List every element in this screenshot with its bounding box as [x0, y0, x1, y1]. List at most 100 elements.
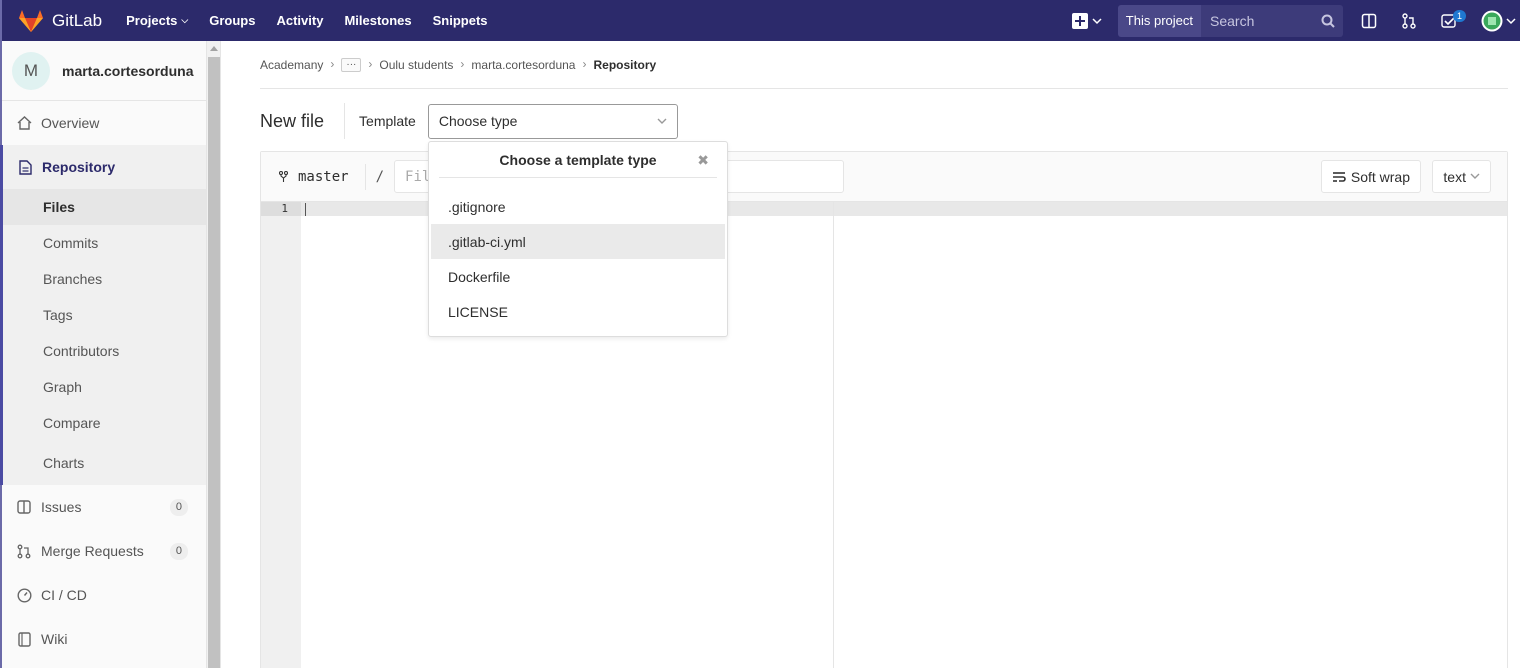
branch-name: master [279, 169, 349, 185]
breadcrumb-oulu-students[interactable]: Oulu students [379, 57, 453, 73]
sidebar-subitem-branches[interactable]: Branches [3, 261, 206, 297]
project-avatar: M [12, 51, 50, 90]
sidebar-item-label: Wiki [41, 631, 68, 647]
editor-print-margin [833, 202, 834, 668]
breadcrumb-chevron-icon: › [368, 57, 373, 71]
dropdown-item-license[interactable]: LICENSE [431, 294, 725, 329]
search-input[interactable]: Search [1201, 4, 1343, 37]
sidebar-item-cicd[interactable]: CI / CD [2, 573, 206, 617]
file-mode-dropdown[interactable]: text [1432, 160, 1491, 193]
todo-count-badge: 1 [1453, 9, 1467, 22]
path-slash: / [375, 168, 385, 185]
sidebar-repository-section: Repository Files Commits Branches Tags C… [0, 145, 206, 485]
new-dropdown-button[interactable] [1071, 12, 1102, 29]
dropdown-item-gitignore[interactable]: .gitignore [431, 189, 725, 224]
merge-request-icon [1402, 12, 1416, 29]
sidebar-subitem-commits[interactable]: Commits [3, 225, 206, 261]
merge-requests-nav-button[interactable] [1401, 12, 1417, 29]
breadcrumb-chevron-icon: › [330, 57, 335, 71]
project-name: marta.cortesorduna [62, 62, 194, 79]
sidebar-item-label: Repository [42, 159, 116, 175]
chevron-down-icon [657, 118, 667, 124]
user-menu-button[interactable] [1481, 10, 1516, 32]
fork-icon [279, 170, 288, 182]
sidebar-item-wiki[interactable]: Wiki [2, 617, 206, 661]
search-scope-button[interactable]: This project [1117, 4, 1201, 37]
editor-gutter: 1 [261, 202, 301, 668]
nav-links: Projects ⌵ Groups Activity Milestones Sni… [126, 13, 508, 28]
template-type-dropdown: Choose a template type ✖ .gitignore .git… [428, 141, 728, 337]
sidebar-subitem-contributors[interactable]: Contributors [3, 333, 206, 369]
doc-icon [17, 159, 33, 175]
nav-projects-label: Projects [126, 13, 178, 28]
sidebar-project-header[interactable]: M marta.cortesorduna [2, 41, 206, 101]
sidebar-scrollbar[interactable] [207, 41, 221, 668]
breadcrumb-academany[interactable]: Academany [260, 57, 323, 73]
line-number: 1 [261, 202, 301, 216]
todos-nav-button[interactable]: 1 [1441, 9, 1467, 28]
soft-wrap-button[interactable]: Soft wrap [1320, 160, 1421, 193]
user-avatar-icon [1481, 10, 1503, 31]
main-content: Academany › ··· › Oulu students › marta.… [221, 41, 1520, 668]
sidebar-subitem-tags[interactable]: Tags [3, 297, 206, 333]
scroll-up-arrow-icon[interactable] [210, 46, 218, 51]
sidebar-subitem-files[interactable]: Files [3, 189, 206, 225]
nav-activity[interactable]: Activity [276, 13, 323, 28]
sidebar-item-overview[interactable]: Overview [2, 101, 206, 145]
mr-count-badge: 0 [169, 542, 188, 560]
tanuki-icon [19, 9, 43, 32]
top-navbar: GitLab Projects ⌵ Groups Activity Milesto… [0, 0, 1520, 41]
app-name: GitLab [52, 10, 103, 30]
breadcrumb-chevron-icon: › [460, 57, 465, 71]
dropdown-item-gitlab-ci[interactable]: .gitlab-ci.yml [431, 224, 725, 259]
chevron-down-icon: ⌵ [181, 15, 189, 25]
file-title-row: New file Template Choose type [260, 103, 678, 139]
sidebar-item-label: Merge Requests [41, 543, 144, 559]
nav-groups[interactable]: Groups [209, 13, 255, 28]
branch-label: master [298, 168, 349, 185]
issues-icon [1361, 13, 1377, 28]
page-title: New file [260, 103, 346, 139]
issues-nav-button[interactable] [1361, 13, 1377, 29]
nav-right: This project Search 1 [1071, 0, 1520, 41]
sidebar-item-label: CI / CD [41, 587, 87, 603]
close-icon[interactable]: ✖ [697, 152, 709, 169]
sidebar-item-label: Issues [41, 499, 82, 515]
sidebar-item-merge-requests[interactable]: Merge Requests 0 [2, 529, 206, 573]
search-icon [1321, 14, 1335, 28]
chevron-down-icon [1470, 173, 1480, 179]
scrollbar-thumb[interactable] [208, 57, 220, 668]
dropdown-title: Choose a template type [499, 151, 657, 168]
dropdown-header: Choose a template type ✖ [439, 142, 717, 178]
sidebar-item-repository[interactable]: Repository [3, 145, 206, 189]
sidebar-subitem-graph[interactable]: Graph [3, 369, 206, 405]
dropdown-list: .gitignore .gitlab-ci.yml Dockerfile LIC… [429, 189, 727, 329]
sidebar-subitem-compare[interactable]: Compare [3, 405, 206, 441]
breadcrumb-project[interactable]: marta.cortesorduna [471, 57, 575, 73]
issues-icon [16, 500, 32, 514]
search-placeholder: Search [1210, 12, 1255, 29]
breadcrumb-ellipsis-button[interactable]: ··· [341, 58, 362, 72]
merge-request-icon [16, 544, 32, 559]
template-type-select[interactable]: Choose type [427, 103, 678, 139]
issues-count-badge: 0 [169, 498, 188, 516]
breadcrumb-repository[interactable]: Repository [593, 57, 656, 73]
nav-projects[interactable]: Projects ⌵ [126, 13, 188, 28]
rocket-gauge-icon [16, 587, 32, 603]
wrap-lines-icon [1332, 171, 1346, 182]
dropdown-item-dockerfile[interactable]: Dockerfile [431, 259, 725, 294]
template-select-value: Choose type [438, 113, 518, 129]
editor-cursor [305, 203, 306, 216]
gitlab-logo[interactable]: GitLab [18, 9, 102, 33]
branch-divider [364, 163, 366, 190]
template-label: Template [359, 113, 416, 129]
nav-milestones[interactable]: Milestones [344, 13, 411, 28]
sidebar-subitem-charts[interactable]: Charts [3, 441, 206, 485]
breadcrumb: Academany › ··· › Oulu students › marta.… [260, 57, 1508, 89]
search-box: This project Search [1117, 4, 1343, 37]
nav-snippets[interactable]: Snippets [433, 13, 488, 28]
sidebar-item-issues[interactable]: Issues 0 [2, 485, 206, 529]
plus-square-icon [1071, 12, 1088, 29]
file-name-placeholder: Fil [405, 168, 431, 185]
chevron-down-icon [1092, 17, 1102, 24]
